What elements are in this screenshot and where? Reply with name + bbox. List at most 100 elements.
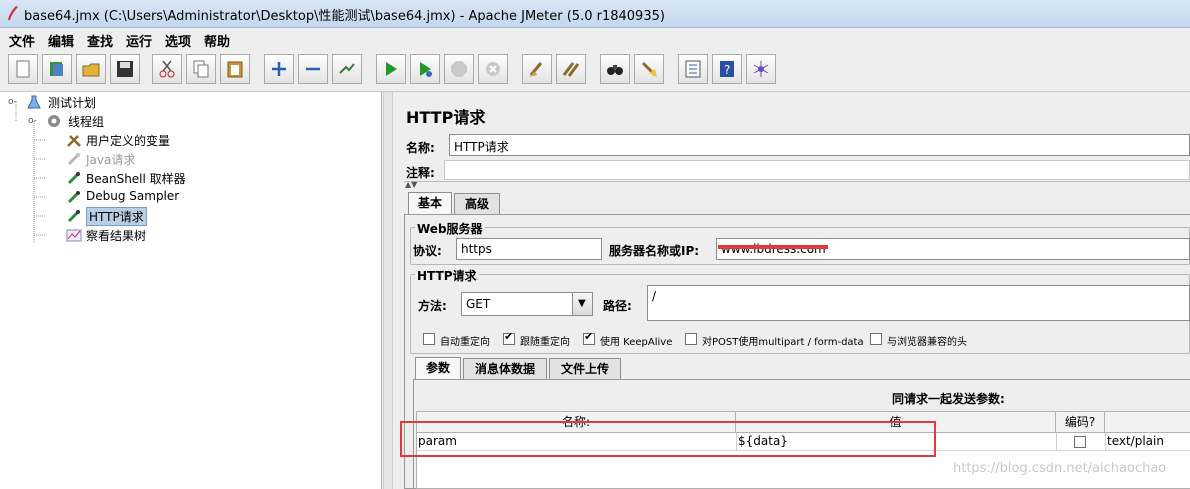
toggle-icon [339,63,355,74]
method-value: GET [466,297,491,311]
cut-button[interactable] [152,54,182,84]
menu-file[interactable]: 文件 [9,31,35,50]
comment-label: 注释: [406,166,435,180]
keepalive-checkbox[interactable] [583,330,595,345]
method-dropdown-button[interactable]: ▼ [572,293,592,315]
wrench-icon [67,135,81,147]
stop-icon [451,61,467,77]
tree-item-label: Java请求 [86,153,136,167]
clear-button[interactable] [522,54,552,84]
collapse-all-button[interactable] [298,54,328,84]
window-title: base64.jmx (C:\Users\Administrator\Deskt… [24,9,665,24]
pipette-icon [67,191,80,204]
protocol-field[interactable]: https [456,238,602,260]
tab-body-data[interactable]: 消息体数据 [463,358,547,380]
start-icon [386,62,397,76]
tree-expand-handle-icon[interactable]: o- [28,116,37,126]
watermark: https://blog.csdn.net/aichaochao [953,461,1167,476]
reset-search-button[interactable] [634,54,664,84]
tab-parameters[interactable]: 参数 [415,357,461,380]
search-icon [607,65,623,75]
cell-encode-checkbox[interactable] [1074,436,1086,448]
tree-expand-handle-icon[interactable]: o- [8,97,17,107]
search-button[interactable] [600,54,630,84]
tab-basic[interactable]: 基本 [408,192,452,215]
page-title: HTTP请求 [406,108,486,127]
tree-item-label: Debug Sampler [86,189,180,203]
gear-icon [48,115,60,127]
method-label: 方法: [418,299,447,313]
reset-search-icon [641,61,657,77]
server-name-label: 服务器名称或IP: [609,244,700,258]
cell-content-type[interactable]: text/plain [1107,434,1164,448]
chevron-down-icon: ▼ [578,298,586,309]
toggle-button[interactable] [332,54,362,84]
follow-redirects-checkbox[interactable] [503,330,515,345]
start-button[interactable] [376,54,406,84]
menu-search[interactable]: 查找 [87,31,113,50]
chart-icon [66,229,82,242]
red-redaction-line [718,245,828,249]
tree-item-label: HTTP请求 [86,207,147,226]
remote-button[interactable] [746,54,776,84]
open-button[interactable] [76,54,106,84]
start-no-pauses-button[interactable] [410,54,440,84]
menu-edit[interactable]: 编辑 [48,31,74,50]
menu-help[interactable]: 帮助 [204,31,230,50]
comment-field[interactable] [444,160,1190,180]
name-field[interactable]: HTTP请求 [449,134,1190,156]
collapse-arrows-icon[interactable]: ▲▼ [405,180,417,189]
svg-text:?: ? [724,63,730,77]
browser-headers-label: 与浏览器兼容的头 [887,337,967,348]
start-no-pause-icon [420,62,432,77]
clear-all-icon [562,62,580,77]
function-helper-button[interactable] [678,54,708,84]
browser-headers-checkbox[interactable] [870,333,882,345]
divider [404,181,1190,182]
server-name-field[interactable]: www.lbdress.com [716,238,1190,260]
tab-files-upload[interactable]: 文件上传 [549,358,621,380]
keepalive-label: 使用 KeepAlive [600,337,673,348]
paste-button[interactable] [220,54,250,84]
tab-advanced[interactable]: 高级 [454,193,500,215]
test-plan-tree: o- 测试计划 o- 线程组 用户定义的变量 Java请求 BeanShell … [0,92,382,489]
help-button[interactable]: ? [712,54,742,84]
toolbar: ? [0,50,1190,92]
expand-all-button[interactable] [264,54,294,84]
split-pane-divider[interactable] [383,92,393,489]
copy-button[interactable] [186,54,216,84]
tree-item-label: 用户定义的变量 [86,134,171,148]
auto-redirect-checkbox[interactable] [423,333,435,345]
copy-icon [193,60,209,78]
new-button[interactable] [8,54,38,84]
save-icon [117,61,133,77]
menu-bar: 文件 编辑 查找 运行 选项 帮助 [0,28,1190,50]
test-plan-icon [27,95,41,109]
jmeter-feather-icon [8,6,18,20]
name-label: 名称: [406,141,435,155]
open-icon [82,63,100,77]
http-request-group-label: HTTP请求 [415,267,479,284]
multipart-checkbox[interactable] [685,333,697,345]
new-icon [16,60,30,78]
tree-item-label: BeanShell 取样器 [86,172,186,186]
menu-options[interactable]: 选项 [165,31,191,50]
path-field[interactable]: / [647,285,1190,321]
shutdown-button[interactable] [478,54,508,84]
stop-button[interactable] [444,54,474,84]
follow-redirects-label: 跟随重定向 [520,337,570,348]
tree-item-label: 察看结果树 [86,229,147,243]
menu-run[interactable]: 运行 [126,31,152,50]
save-button[interactable] [110,54,140,84]
column-header-encode[interactable]: 编码? [1056,412,1105,432]
column-header-content-type[interactable] [1105,412,1190,432]
remote-icon [753,61,769,77]
shutdown-icon [486,62,500,76]
tree-item-label: 测试计划 [48,96,97,110]
multipart-label: 对POST使用multipart / form-data [702,337,864,348]
paste-icon [227,61,243,78]
pipette-icon [67,153,80,166]
clear-all-button[interactable] [556,54,586,84]
templates-button[interactable] [42,54,72,84]
auto-redirect-label: 自动重定向 [440,337,490,348]
